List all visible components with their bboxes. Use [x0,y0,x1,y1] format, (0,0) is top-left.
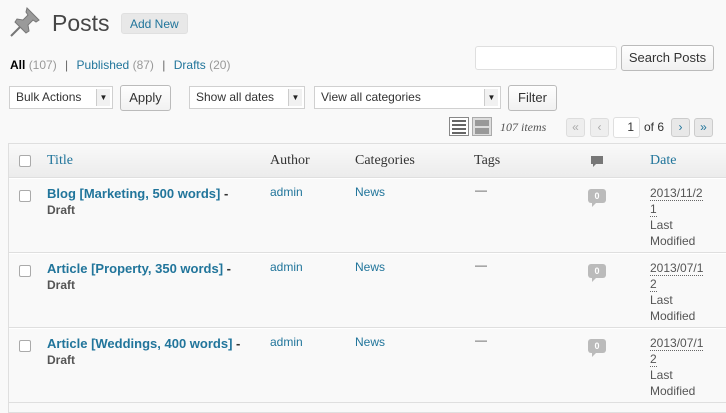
category-link[interactable]: News [355,260,385,274]
author-link[interactable]: admin [270,335,303,349]
column-author: Author [270,153,310,168]
title-dash: - [220,186,229,201]
tags-value: — [475,183,487,197]
separator: | [65,58,69,72]
post-date-continued: 1 [650,202,657,217]
table-row: Article [Property, 350 words] - Draft ad… [9,253,726,328]
post-date: 2013/11/2 [650,186,703,201]
page-title: Posts [52,10,110,36]
select-all-checkbox[interactable] [19,155,31,167]
post-state: Draft [47,278,76,292]
table-row: Blog [Marketing, 500 words] - Draft admi… [9,178,726,253]
post-state: Draft [47,203,76,217]
post-date-continued: 2 [650,277,657,292]
next-page-button[interactable]: › [671,118,690,137]
category-link[interactable]: News [355,335,385,349]
posts-table: Title Author Categories Tags Date Blog [… [8,143,726,413]
prev-page-button[interactable]: ‹ [590,118,609,137]
total-pages: of 6 [644,120,665,134]
date-filter-value: Show all dates [196,90,275,104]
comment-icon[interactable] [590,155,604,169]
first-page-button[interactable]: « [566,118,585,137]
tags-value: — [475,258,487,272]
post-title-link[interactable]: Article [Property, 350 words] [47,261,223,276]
post-title-link[interactable]: Article [Weddings, 400 words] [47,336,232,351]
dropdown-arrow-icon: ▼ [484,89,498,106]
category-filter-select[interactable]: View all categories ▼ [314,86,501,109]
excerpt-view-icon[interactable] [472,117,492,136]
category-filter-value: View all categories [321,90,421,104]
filter-all-link[interactable]: All [10,58,25,72]
current-page-input[interactable]: 1 [613,117,640,138]
category-link[interactable]: News [355,185,385,199]
column-title[interactable]: Title [47,153,73,169]
dropdown-arrow-icon: ▼ [96,89,110,106]
date-filter-select[interactable]: Show all dates ▼ [189,86,305,109]
row-checkbox[interactable] [19,340,31,352]
apply-button[interactable]: Apply [120,85,171,111]
comment-count-bubble[interactable]: 0 [588,264,606,282]
title-dash: - [223,261,231,276]
comment-count-bubble[interactable]: 0 [588,189,606,207]
filter-all-count: (107) [28,58,57,72]
pushpin-icon [10,7,40,37]
filter-drafts-link[interactable]: Drafts [174,58,206,72]
dropdown-arrow-icon: ▼ [288,89,302,106]
bulk-actions-value: Bulk Actions [16,90,82,104]
author-link[interactable]: admin [270,185,303,199]
post-date: 2013/07/1 [650,336,704,351]
bulk-actions-select[interactable]: Bulk Actions ▼ [9,86,113,109]
date-status: Last Modified [650,218,696,248]
author-link[interactable]: admin [270,260,303,274]
table-header: Title Author Categories Tags Date [9,144,726,178]
filter-button[interactable]: Filter [508,85,557,111]
search-input[interactable] [475,46,617,70]
post-date-continued: 2 [650,352,657,367]
date-status: Last Modified [650,293,696,323]
row-checkbox[interactable] [19,190,31,202]
row-checkbox[interactable] [19,265,31,277]
tags-value: — [475,333,487,347]
separator: | [162,58,166,72]
column-tags: Tags [474,153,501,168]
date-status: Last Modified [650,368,696,398]
column-categories: Categories [355,153,415,168]
status-filter-links: All (107) | Published (87) | Drafts (20) [10,58,230,72]
filter-drafts-count: (20) [209,58,231,72]
filter-published-count: (87) [132,58,154,72]
comment-count-bubble[interactable]: 0 [588,339,606,357]
post-title-link[interactable]: Blog [Marketing, 500 words] [47,186,220,201]
filter-published-link[interactable]: Published [77,58,130,72]
list-view-icon[interactable] [449,117,469,136]
post-state: Draft [47,353,76,367]
title-dash: - [232,336,241,351]
table-row: Article [Weddings, 400 words] - Draft ad… [9,328,726,403]
items-count: 107 items [500,120,547,134]
add-new-button[interactable]: Add New [121,13,188,34]
last-page-button[interactable]: » [694,118,713,137]
post-date: 2013/07/1 [650,261,704,276]
column-date[interactable]: Date [650,153,676,169]
search-posts-button[interactable]: Search Posts [621,45,714,71]
